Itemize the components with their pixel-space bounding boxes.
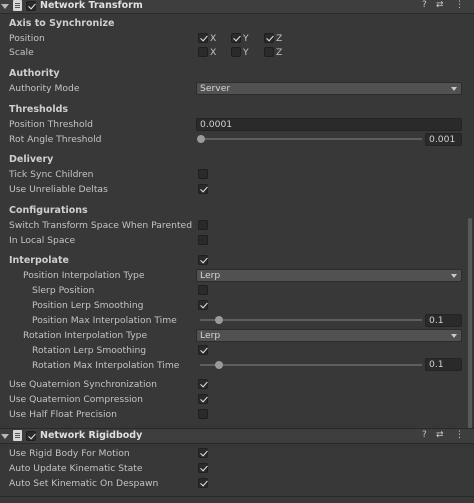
slerp-position-checkbox[interactable] bbox=[198, 285, 208, 295]
position-interp-type-label: Position Interpolation Type bbox=[23, 270, 145, 281]
section-delivery: Delivery bbox=[9, 154, 54, 165]
rotation-max-interp-slider-thumb[interactable] bbox=[215, 361, 223, 369]
position-interp-type-value: Lerp bbox=[200, 270, 221, 281]
position-y-checkbox[interactable] bbox=[231, 33, 241, 43]
use-unreliable-deltas-checkbox[interactable] bbox=[198, 184, 208, 194]
position-z-checkbox[interactable] bbox=[264, 33, 274, 43]
rot-angle-threshold-label: Rot Angle Threshold bbox=[9, 134, 102, 145]
scale-y-label: Y bbox=[243, 47, 249, 58]
section-axis-to-synchronize: Axis to Synchronize bbox=[9, 18, 115, 29]
position-lerp-smoothing-checkbox[interactable] bbox=[198, 300, 208, 310]
rotation-max-interp-slider-track[interactable] bbox=[200, 364, 422, 366]
position-x-label: X bbox=[210, 33, 217, 44]
section-thresholds: Thresholds bbox=[9, 104, 69, 115]
position-lerp-smoothing-label: Position Lerp Smoothing bbox=[32, 300, 144, 311]
use-quaternion-compression-label: Use Quaternion Compression bbox=[9, 394, 143, 405]
chevron-down-icon bbox=[451, 334, 457, 338]
auto-set-kinematic-checkbox[interactable] bbox=[198, 478, 208, 488]
component-title: Network Transform bbox=[40, 0, 143, 11]
position-y-label: Y bbox=[243, 33, 249, 44]
component-title: Network Rigidbody bbox=[40, 430, 143, 441]
help-icon[interactable]: ? bbox=[422, 0, 427, 10]
context-menu-icon[interactable]: ⋮ bbox=[455, 0, 464, 10]
rot-angle-slider-thumb[interactable] bbox=[197, 135, 205, 143]
use-quaternion-compression-checkbox[interactable] bbox=[198, 394, 208, 404]
use-half-float-label: Use Half Float Precision bbox=[9, 409, 117, 420]
in-local-space-label: In Local Space bbox=[9, 235, 76, 246]
scale-x-label: X bbox=[210, 47, 217, 58]
position-max-interp-time-field[interactable]: 0.1 bbox=[425, 314, 462, 327]
script-component-icon bbox=[13, 0, 22, 11]
switch-transform-space-label: Switch Transform Space When Parented bbox=[9, 220, 193, 231]
authority-mode-label: Authority Mode bbox=[9, 83, 80, 94]
switch-transform-space-checkbox[interactable] bbox=[198, 220, 208, 230]
use-quaternion-sync-checkbox[interactable] bbox=[198, 379, 208, 389]
inspector-scrollbar[interactable] bbox=[468, 218, 472, 440]
position-threshold-label: Position Threshold bbox=[9, 119, 93, 130]
tick-sync-children-label: Tick Sync Children bbox=[9, 169, 94, 180]
script-component-icon bbox=[13, 430, 22, 441]
section-configurations: Configurations bbox=[9, 205, 88, 216]
in-local-space-checkbox[interactable] bbox=[198, 235, 208, 245]
rotation-interp-type-dropdown[interactable]: Lerp bbox=[196, 329, 462, 342]
use-rigid-body-checkbox[interactable] bbox=[198, 448, 208, 458]
authority-mode-value: Server bbox=[200, 83, 231, 94]
scale-z-label: Z bbox=[276, 47, 283, 58]
scale-z-checkbox[interactable] bbox=[264, 47, 274, 57]
position-interp-type-dropdown[interactable]: Lerp bbox=[196, 269, 462, 282]
bottom-divider bbox=[0, 496, 474, 497]
interpolate-checkbox[interactable] bbox=[198, 255, 208, 265]
authority-mode-dropdown[interactable]: Server bbox=[196, 82, 462, 95]
auto-update-kinematic-label: Auto Update Kinematic State bbox=[9, 463, 143, 474]
foldout-arrow-icon[interactable] bbox=[1, 434, 9, 439]
component-enabled-checkbox[interactable] bbox=[26, 431, 36, 441]
rotation-max-interp-time-label: Rotation Max Interpolation Time bbox=[32, 360, 180, 371]
auto-set-kinematic-label: Auto Set Kinematic On Despawn bbox=[9, 478, 159, 489]
network-transform-header[interactable]: Network Transform ? ⇄ ⋮ bbox=[0, 0, 474, 14]
position-x-checkbox[interactable] bbox=[198, 33, 208, 43]
rot-angle-slider-track[interactable] bbox=[205, 138, 422, 140]
scale-x-checkbox[interactable] bbox=[198, 47, 208, 57]
foldout-arrow-icon[interactable] bbox=[1, 4, 9, 9]
use-half-float-checkbox[interactable] bbox=[198, 409, 208, 419]
slerp-position-label: Slerp Position bbox=[32, 285, 95, 296]
tick-sync-children-checkbox[interactable] bbox=[198, 169, 208, 179]
position-max-interp-time-label: Position Max Interpolation Time bbox=[32, 315, 177, 326]
position-label: Position bbox=[9, 33, 45, 44]
component-enabled-checkbox[interactable] bbox=[26, 1, 36, 11]
use-unreliable-deltas-label: Use Unreliable Deltas bbox=[9, 184, 108, 195]
rotation-interp-type-value: Lerp bbox=[200, 330, 221, 341]
context-menu-icon[interactable]: ⋮ bbox=[455, 430, 464, 440]
rotation-interp-type-label: Rotation Interpolation Type bbox=[23, 330, 148, 341]
section-authority: Authority bbox=[9, 68, 60, 79]
network-rigidbody-header[interactable]: Network Rigidbody ? ⇄ ⋮ bbox=[0, 428, 474, 444]
interpolate-label: Interpolate bbox=[9, 255, 69, 266]
rotation-lerp-smoothing-label: Rotation Lerp Smoothing bbox=[32, 345, 147, 356]
use-quaternion-sync-label: Use Quaternion Synchronization bbox=[9, 379, 157, 390]
chevron-down-icon bbox=[451, 87, 457, 91]
help-icon[interactable]: ? bbox=[422, 430, 427, 440]
scale-label: Scale bbox=[9, 47, 34, 58]
presets-icon[interactable]: ⇄ bbox=[436, 0, 444, 10]
presets-icon[interactable]: ⇄ bbox=[436, 430, 444, 440]
auto-update-kinematic-checkbox[interactable] bbox=[198, 463, 208, 473]
scale-y-checkbox[interactable] bbox=[231, 47, 241, 57]
position-max-interp-slider-track[interactable] bbox=[200, 319, 422, 321]
position-max-interp-slider-thumb[interactable] bbox=[215, 316, 223, 324]
rotation-lerp-smoothing-checkbox[interactable] bbox=[198, 345, 208, 355]
rot-angle-threshold-field[interactable]: 0.001 bbox=[425, 133, 462, 146]
chevron-down-icon bbox=[451, 274, 457, 278]
rotation-max-interp-time-field[interactable]: 0.1 bbox=[425, 358, 462, 371]
position-threshold-field[interactable]: 0.0001 bbox=[196, 118, 462, 131]
use-rigid-body-label: Use Rigid Body For Motion bbox=[9, 448, 130, 459]
position-z-label: Z bbox=[276, 33, 283, 44]
